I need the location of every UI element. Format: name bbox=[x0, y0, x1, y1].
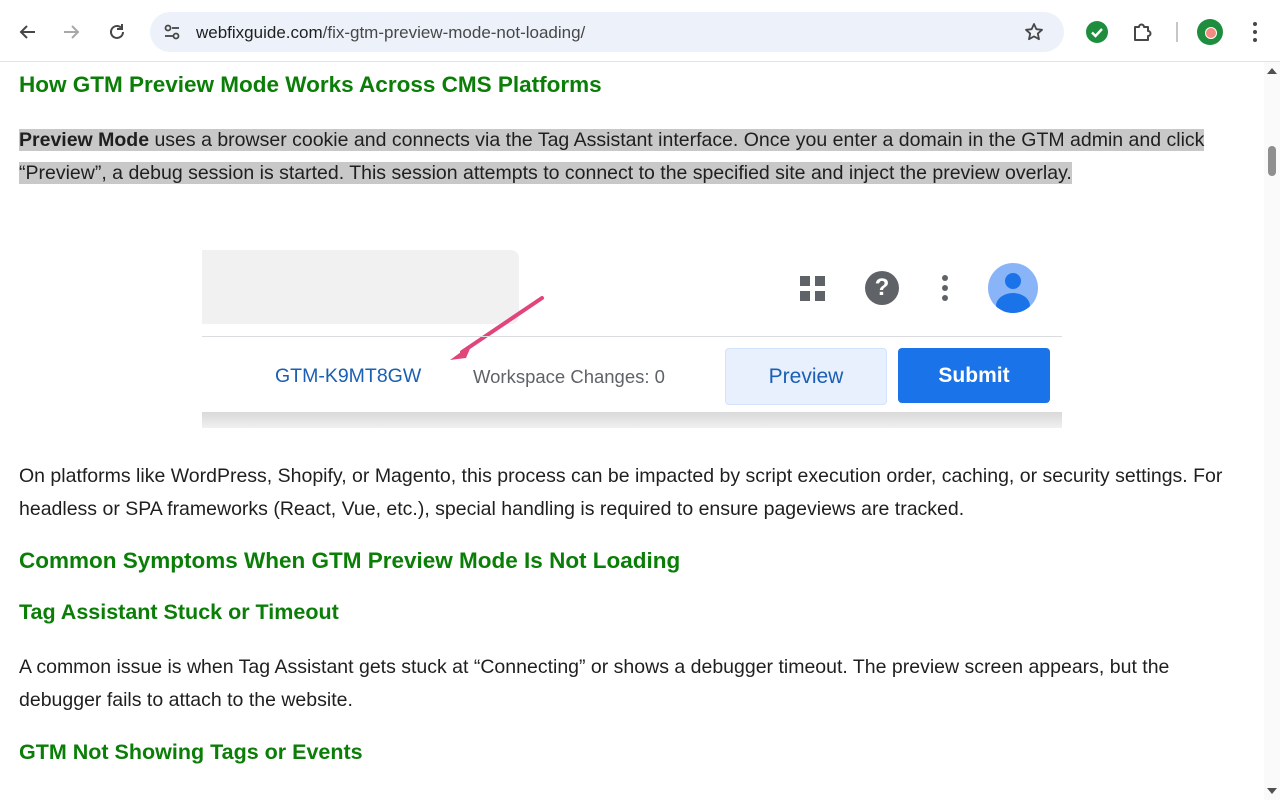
platforms-paragraph: On platforms like WordPress, Shopify, or… bbox=[19, 465, 1223, 520]
back-button[interactable] bbox=[10, 14, 46, 50]
toolbar-divider bbox=[1176, 22, 1178, 42]
profile-avatar-icon[interactable] bbox=[1197, 19, 1223, 45]
more-vert-icon bbox=[942, 275, 948, 301]
more-menu-icon[interactable] bbox=[1246, 20, 1264, 44]
account-icon bbox=[988, 263, 1038, 313]
page-content: How GTM Preview Mode Works Across CMS Pl… bbox=[0, 62, 1264, 800]
help-icon: ? bbox=[865, 271, 899, 305]
heading-symptoms: Common Symptoms When GTM Preview Mode Is… bbox=[19, 548, 681, 573]
apps-grid-icon bbox=[800, 276, 825, 301]
browser-toolbar: webfixguide.com/fix-gtm-preview-mode-not… bbox=[0, 0, 1280, 62]
bookmark-star-icon[interactable] bbox=[1024, 22, 1044, 42]
workspace-changes: Workspace Changes: 0 bbox=[473, 366, 665, 387]
url-text[interactable]: webfixguide.com/fix-gtm-preview-mode-not… bbox=[196, 23, 585, 43]
heading-platforms: How GTM Preview Mode Works Across CMS Pl… bbox=[19, 72, 602, 97]
url-host: webfixguide.com bbox=[196, 23, 323, 42]
forward-button[interactable] bbox=[53, 14, 89, 50]
gtm-screenshot-figure: ? GTM-K9MT8GW Workspace Changes: 0 Previ… bbox=[202, 250, 1062, 428]
preview-button-figure: Preview bbox=[725, 348, 887, 405]
scroll-down-arrow-icon[interactable] bbox=[1267, 788, 1277, 794]
intro-paragraph: Preview Mode uses a browser cookie and c… bbox=[19, 124, 1249, 189]
extension-check-icon[interactable] bbox=[1086, 21, 1108, 43]
scrollbar-thumb[interactable] bbox=[1268, 146, 1276, 176]
url-path: /fix-gtm-preview-mode-not-loading/ bbox=[322, 23, 586, 42]
reload-button[interactable] bbox=[99, 14, 135, 50]
intro-text: uses a browser cookie and connects via t… bbox=[19, 129, 1205, 184]
pointer-arrow-icon bbox=[450, 296, 544, 360]
reload-icon bbox=[110, 24, 124, 39]
heading-stuck: Tag Assistant Stuck or Timeout bbox=[19, 600, 339, 624]
scroll-up-arrow-icon[interactable] bbox=[1267, 68, 1277, 74]
address-bar[interactable]: webfixguide.com/fix-gtm-preview-mode-not… bbox=[150, 12, 1064, 52]
heading-tags: GTM Not Showing Tags or Events bbox=[19, 740, 363, 764]
container-id: GTM-K9MT8GW bbox=[275, 365, 422, 387]
intro-bold: Preview Mode bbox=[19, 129, 150, 151]
stuck-paragraph: A common issue is when Tag Assistant get… bbox=[19, 656, 1170, 711]
figure-divider bbox=[202, 336, 1062, 337]
figure-bottom-shadow bbox=[202, 412, 1062, 428]
back-icon bbox=[19, 25, 35, 39]
submit-button-figure: Submit bbox=[898, 348, 1050, 403]
extensions-puzzle-icon[interactable] bbox=[1131, 20, 1155, 44]
forward-icon bbox=[64, 25, 80, 39]
site-info-icon[interactable] bbox=[162, 22, 182, 42]
vertical-scrollbar[interactable] bbox=[1264, 62, 1280, 800]
